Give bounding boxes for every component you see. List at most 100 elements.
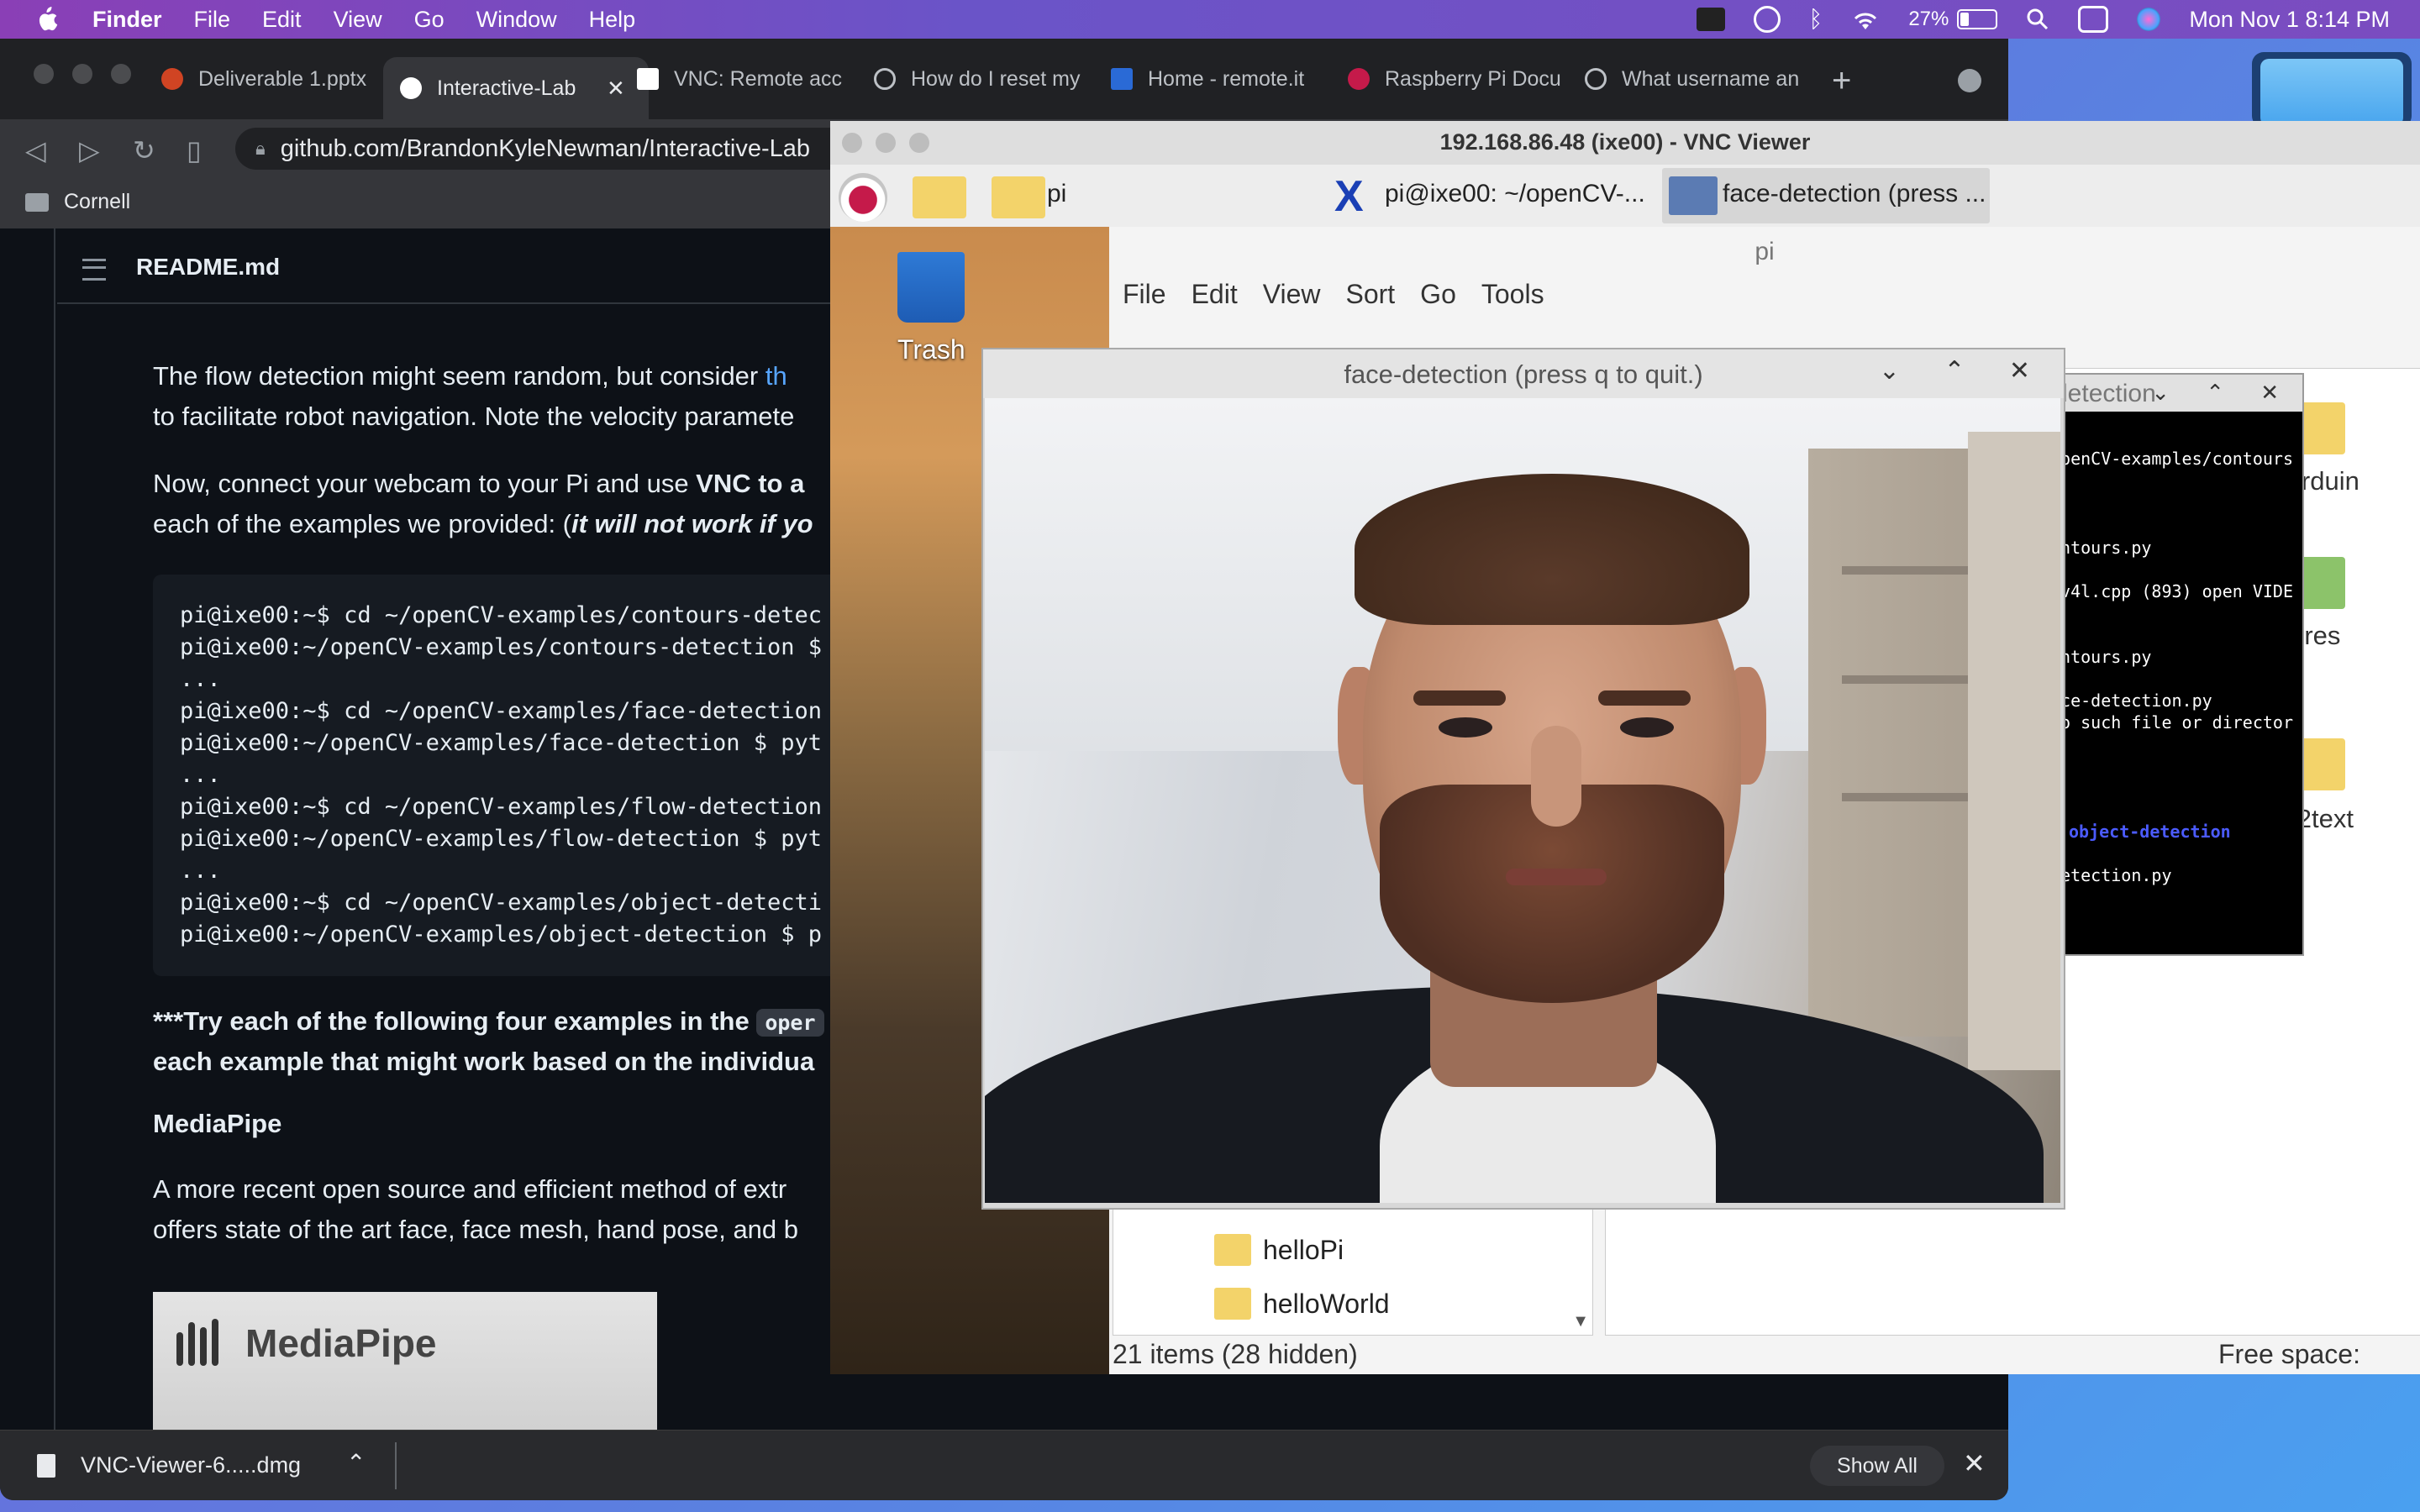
fm-menu-file[interactable]: File — [1123, 279, 1166, 321]
show-all-button[interactable]: Show All — [1810, 1446, 1944, 1486]
taskbar-face-detection[interactable]: face-detection (press ... — [1723, 180, 1986, 208]
paragraph-flow: The flow detection might seem random, bu… — [153, 356, 787, 396]
menu-edit[interactable]: Edit — [262, 7, 302, 33]
tab-label: Deliverable 1.pptx — [198, 66, 367, 91]
trash-icon[interactable] — [897, 252, 965, 323]
bookmark-icon[interactable]: ▯ — [187, 134, 202, 166]
raspberry-menu-icon[interactable] — [839, 173, 887, 222]
wifi-icon[interactable] — [1851, 8, 1880, 31]
link-this[interactable]: th — [765, 361, 787, 391]
clock-datetime[interactable]: Mon Nov 1 8:14 PM — [2189, 7, 2390, 33]
tab-username[interactable]: What username an — [1585, 57, 1802, 101]
new-tab-icon[interactable]: + — [1832, 62, 1851, 100]
reload-icon[interactable]: ↻ — [133, 134, 155, 166]
battery-icon[interactable] — [1957, 9, 1998, 29]
forward-icon[interactable]: ▷ — [79, 134, 100, 166]
tab-raspberry-docs[interactable]: Raspberry Pi Docu — [1348, 57, 1565, 101]
item-count: 21 items (28 hidden) — [1113, 1339, 1358, 1369]
tab-remoteit[interactable]: Home - remote.it — [1111, 57, 1318, 101]
zoom-window-icon[interactable] — [111, 64, 131, 84]
terminal-line: object-detection — [2069, 822, 2231, 842]
tab-reset[interactable]: How do I reset my — [874, 57, 1088, 101]
bold-text: VNC to a — [696, 469, 805, 498]
close-tab-icon[interactable]: ✕ — [607, 76, 625, 102]
control-center-icon[interactable] — [2078, 6, 2109, 33]
bluetooth-icon[interactable]: ᛒ — [1809, 6, 1823, 33]
vnc-title: 192.168.86.48 (ixe00) - VNC Viewer — [1439, 129, 1811, 155]
paragraph-try-2: each example that might work based on th… — [153, 1047, 815, 1076]
bookmark-cornell[interactable]: Cornell — [64, 190, 130, 214]
face-detection-window[interactable]: face-detection (press q to quit.) ⌄ ⌃ ✕ — [981, 348, 2065, 1210]
mediapipe-logo-text: MediaPipe — [245, 1321, 437, 1365]
menu-view[interactable]: View — [334, 7, 382, 33]
minimize-window-icon[interactable] — [72, 64, 92, 84]
desktop-folder-icon[interactable] — [2252, 52, 2412, 128]
text: Now, connect your webcam to your Pi and … — [153, 469, 697, 498]
vnc-titlebar[interactable]: 192.168.86.48 (ixe00) - VNC Viewer — [830, 121, 2420, 165]
fm-menu-view[interactable]: View — [1263, 279, 1321, 321]
tree-label: helloPi — [1263, 1234, 1344, 1265]
scroll-down-icon[interactable]: ▼ — [1572, 1312, 1589, 1331]
terminal-titlebar[interactable]: detection ⌄ ⌃ ✕ — [2050, 375, 2302, 412]
close-window-icon[interactable] — [34, 64, 54, 84]
paragraph-try: ***Try each of the following four exampl… — [153, 1001, 824, 1043]
url-text: github.com/BrandonKyleNewman/Interactive… — [280, 134, 811, 162]
menu-file[interactable]: File — [194, 7, 231, 33]
fm-menu-edit[interactable]: Edit — [1192, 279, 1238, 321]
taskbar-terminal[interactable]: pi@ixe00: ~/openCV-... — [1385, 180, 1645, 208]
tab-interactive-lab[interactable]: Interactive-Lab ✕ — [383, 57, 649, 119]
close-downloads-icon[interactable]: ✕ — [1963, 1447, 1986, 1479]
file-manager-menu: File Edit View Sort Go Tools — [1109, 279, 1544, 321]
outline-list-icon[interactable] — [82, 259, 106, 281]
window-icon — [1669, 176, 1718, 215]
apple-icon[interactable] — [34, 6, 59, 33]
medium-icon — [637, 68, 659, 90]
text: ***Try each of the following four exampl… — [153, 1006, 757, 1036]
mediapipe-image: MediaPipe — [153, 1292, 657, 1435]
paragraph-webcam-2: each of the examples we provided: (it wi… — [153, 504, 813, 544]
tree-item-hellopi[interactable]: helloPi — [1214, 1234, 1344, 1266]
back-icon[interactable]: ◁ — [25, 134, 46, 166]
file-manager-icon[interactable] — [913, 176, 966, 218]
file-manager-title: pi — [1754, 238, 1775, 265]
trash-label: Trash — [897, 334, 965, 365]
siri-icon[interactable] — [2137, 8, 2161, 31]
folder-icon — [1214, 1234, 1251, 1266]
terminal-window[interactable]: detection ⌄ ⌃ ✕ openCV-examples/contours… — [2049, 373, 2304, 956]
download-item[interactable]: VNC-Viewer-6.....dmg — [81, 1452, 301, 1478]
face-window-controls[interactable]: ⌄ ⌃ ✕ — [1879, 356, 2049, 386]
checkmark-circle-icon[interactable] — [1753, 6, 1781, 33]
powerpoint-icon — [161, 68, 183, 90]
chevron-up-icon[interactable]: ⌃ — [346, 1449, 366, 1477]
tab-search-icon[interactable] — [1958, 69, 1981, 92]
face-window-titlebar[interactable]: face-detection (press q to quit.) ⌄ ⌃ ✕ — [983, 349, 2064, 398]
tab-vnc[interactable]: VNC: Remote acc — [637, 57, 854, 101]
code-text: pi@ixe00:~$ cd ~/openCV-examples/contour… — [180, 602, 823, 948]
lock-icon: 🔒︎ — [255, 138, 266, 159]
menu-go[interactable]: Go — [414, 7, 445, 33]
tab-label: How do I reset my — [911, 66, 1081, 91]
menu-finder[interactable]: Finder — [92, 7, 162, 33]
folder-icon[interactable] — [992, 176, 1045, 218]
raspberry-icon — [1348, 68, 1370, 90]
search-icon[interactable] — [2026, 8, 2049, 31]
files-icon[interactable] — [1696, 8, 1725, 31]
terminal-window-controls[interactable]: ⌄ ⌃ ✕ — [2151, 380, 2294, 406]
taskbar-pi[interactable]: pi — [1047, 180, 1066, 208]
site-icon — [874, 68, 896, 90]
tab-label: Raspberry Pi Docu — [1385, 66, 1561, 91]
menu-help[interactable]: Help — [589, 7, 636, 33]
bold-italic-text: it will not work if yo — [571, 509, 813, 538]
fm-menu-tools[interactable]: Tools — [1481, 279, 1544, 321]
tab-deliverable[interactable]: Deliverable 1.pptx — [161, 57, 371, 101]
terminal-line: openCV-examples/contours — [2050, 449, 2293, 469]
code-block[interactable]: pi@ixe00:~$ cd ~/openCV-examples/contour… — [153, 575, 909, 976]
tree-item-helloworld[interactable]: helloWorld — [1214, 1288, 1390, 1320]
file-icon — [37, 1454, 55, 1478]
fm-menu-sort[interactable]: Sort — [1345, 279, 1395, 321]
pi-taskbar: pi X pi@ixe00: ~/openCV-... face-detecti… — [830, 165, 2420, 228]
menu-bar: Finder File Edit View Go Window Help ᛒ 2… — [0, 0, 2420, 39]
menu-window[interactable]: Window — [476, 7, 557, 33]
fm-menu-go[interactable]: Go — [1420, 279, 1456, 321]
paragraph-mediapipe-2: offers state of the art face, face mesh,… — [153, 1215, 799, 1244]
